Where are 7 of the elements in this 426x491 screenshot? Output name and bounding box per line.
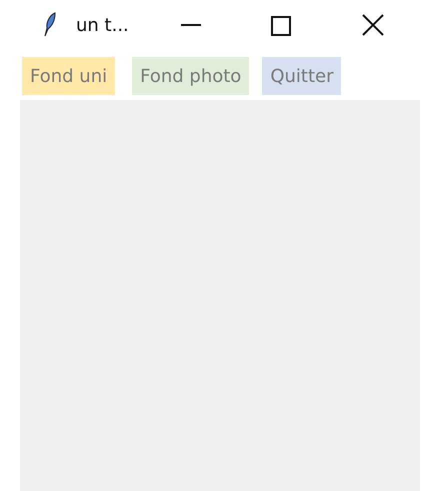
- toolbar-button[interactable]: Quitter: [262, 57, 342, 95]
- feather-icon: [42, 12, 56, 38]
- toolbar-button[interactable]: Fond photo: [132, 57, 250, 95]
- maximize-icon[interactable]: [271, 16, 291, 36]
- close-icon[interactable]: [362, 14, 384, 36]
- window-title: un t...: [76, 14, 129, 36]
- toolbar-button[interactable]: Fond uni: [22, 57, 116, 95]
